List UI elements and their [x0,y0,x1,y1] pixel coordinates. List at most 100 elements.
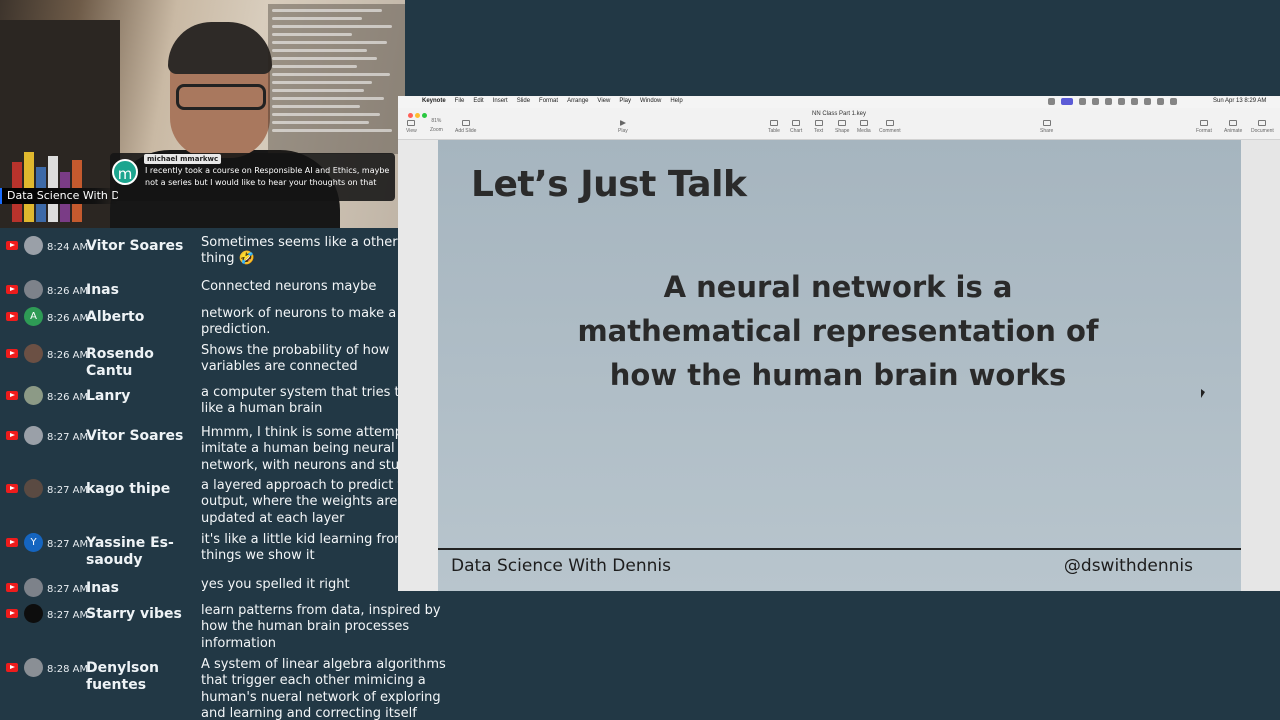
format-icon [1199,120,1208,126]
status-icon[interactable] [1048,98,1055,105]
avatar [24,280,43,299]
chat-author[interactable]: Yassine Es-saoudy [86,535,196,569]
share-button[interactable]: Share [1040,120,1053,134]
menu-view[interactable]: View [597,98,610,104]
shape-button[interactable]: Shape [835,120,849,134]
chat-author[interactable]: Vitor Soares [86,238,196,255]
menu-window[interactable]: Window [640,98,661,104]
chat-message: 8:28 AM Denylson fuentes A system of linea… [0,654,455,720]
format-button[interactable]: Format [1196,120,1212,134]
status-icon[interactable] [1092,98,1099,105]
search-icon[interactable] [1157,98,1164,105]
wifi-icon[interactable] [1131,98,1138,105]
chat-timestamp: 8:27 AM [47,539,89,550]
chat-timestamp: 8:26 AM [47,313,89,324]
screen-record-icon[interactable] [1061,98,1073,105]
chat-text: A system of linear algebra algorithms th… [201,657,446,720]
live-chat-feed: 8:24 AM Vitor Soares Sometimes seems like … [0,232,455,720]
chat-message: Y 8:27 AM Yassine Es-saoudy it's like a lit… [0,529,455,568]
chat-message: 8:27 AM kago thipe a layered approach to p… [0,475,455,526]
youtube-icon [6,609,18,618]
menu-play[interactable]: Play [619,98,631,104]
menu-arrange[interactable]: Arrange [567,98,588,104]
youtube-icon [6,349,18,358]
slide-navigator[interactable] [398,140,438,591]
text-icon [814,120,823,126]
table-icon [769,120,778,126]
chat-author[interactable]: Starry vibes [86,606,196,623]
chat-author[interactable]: Lanry [86,388,196,405]
chat-author[interactable]: kago thipe [86,481,196,498]
chat-author[interactable]: Denylson fuentes [86,660,196,694]
current-slide[interactable]: Let’s Just Talk A neural network is a ma… [438,140,1241,591]
avatar [24,344,43,363]
chart-icon [792,120,801,126]
chat-author[interactable]: Inas [86,282,196,299]
slide-body-text[interactable]: A neural network is a mathematical repre… [558,265,1118,397]
text-button[interactable]: Text [814,120,823,134]
status-icons [1048,98,1177,105]
table-button[interactable]: Table [768,120,780,134]
menu-help[interactable]: Help [670,98,682,104]
chat-timestamp: 8:27 AM [47,584,89,595]
chat-author[interactable]: Inas [86,580,196,597]
share-icon [1042,120,1051,126]
featured-chat-message: m michael mmarkwc I recently took a cour… [110,153,395,201]
menu-edit[interactable]: Edit [473,98,483,104]
slide-canvas[interactable]: Let’s Just Talk A neural network is a ma… [398,140,1280,591]
zoom-select[interactable]: 81% Zoom [430,118,443,133]
document-title: NN Class Part 1.key [811,111,866,117]
menu-keynote[interactable]: Keynote [422,98,446,104]
view-button[interactable]: View [406,120,417,134]
status-icon[interactable] [1105,98,1112,105]
chat-author[interactable]: Vitor Soares [86,428,196,445]
chat-timestamp: 8:26 AM [47,286,89,297]
bluetooth-icon[interactable] [1118,98,1125,105]
mac-menubar: Keynote File Edit Insert Slide Format Arrange V… [398,96,1280,108]
control-center-icon[interactable] [1170,98,1177,105]
animate-button[interactable]: Animate [1224,120,1242,134]
menu-format[interactable]: Format [539,98,558,104]
menu-slide[interactable]: Slide [517,98,530,104]
keynote-window[interactable]: Keynote File Edit Insert Slide Format Arrange V… [398,96,1280,591]
chat-message: 8:26 AM Lanry a computer system that tries… [0,382,455,416]
add-slide-icon [461,120,470,126]
menubar-clock[interactable]: Sun Apr 13 8:29 AM [1213,98,1266,104]
battery-icon[interactable] [1144,98,1151,105]
menu-items: Keynote File Edit Insert Slide Format Arrange V… [422,98,683,104]
comment-button[interactable]: Comment [879,120,901,134]
slide-title[interactable]: Let’s Just Talk [471,164,747,205]
play-icon [619,120,626,126]
youtube-icon [6,241,18,250]
chat-message: 8:27 AM Vitor Soares Hmmm, I think is some… [0,422,455,473]
chat-message: 8:27 AM Starry vibes learn patterns from d… [0,600,455,651]
youtube-icon [6,285,18,294]
chat-timestamp: 8:27 AM [47,610,89,621]
slide-footer-handle[interactable]: @dswithdennis [1064,556,1193,576]
menu-insert[interactable]: Insert [493,98,508,104]
featured-avatar: m [112,159,138,185]
slide-footer-channel[interactable]: Data Science With Dennis [451,556,671,576]
chat-timestamp: 8:27 AM [47,485,89,496]
slide-footer-divider [438,548,1241,550]
chat-author[interactable]: Alberto [86,309,196,326]
youtube-icon [6,431,18,440]
chat-message: 8:24 AM Vitor Soares Sometimes seems like … [0,232,455,266]
youtube-icon [6,663,18,672]
chat-author[interactable]: Rosendo Cantu [86,346,196,380]
youtube-icon [6,538,18,547]
status-icon[interactable] [1079,98,1086,105]
media-button[interactable]: Media [857,120,871,134]
chart-button[interactable]: Chart [790,120,802,134]
chat-message: 8:26 AM Inas Connected neurons maybe [0,276,455,299]
shape-icon [838,120,847,126]
chat-message: 8:27 AM Inas yes you spelled it right [0,574,455,597]
keynote-toolbar: NN Class Part 1.key View 81% Zoom Add Sli… [398,108,1280,140]
chat-timestamp: 8:26 AM [47,392,89,403]
document-button[interactable]: Document [1251,120,1274,134]
add-slide-button[interactable]: Add Slide [455,120,476,134]
menu-file[interactable]: File [455,98,465,104]
play-button[interactable]: Play [618,120,628,134]
chat-timestamp: 8:26 AM [47,350,89,361]
avatar [24,426,43,445]
